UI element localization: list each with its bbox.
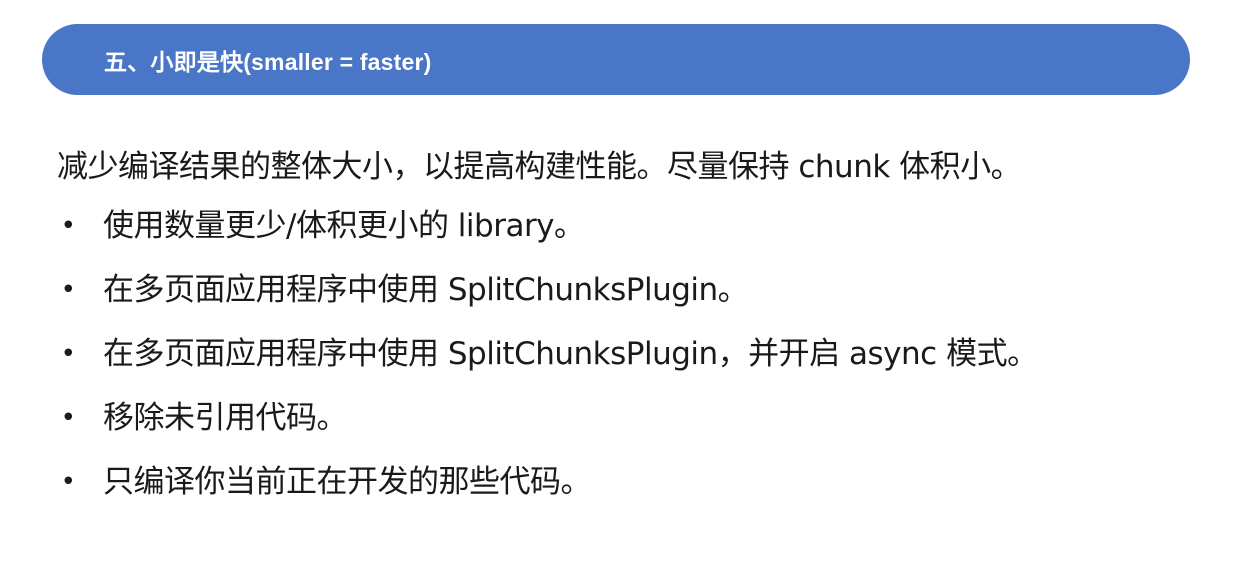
section-title: 五、小即是快(smaller = faster)	[104, 48, 432, 75]
bullet-icon: •	[60, 403, 76, 433]
slide-content: 减少编译结果的整体大小，以提高构建性能。尽量保持 chunk 体积小。 • 使用…	[57, 140, 1247, 514]
bullet-icon: •	[60, 467, 76, 497]
bullet-list: • 使用数量更少/体积更小的 library。 • 在多页面应用程序中使用 Sp…	[57, 194, 1247, 514]
list-item: • 移除未引用代码。	[57, 386, 1247, 450]
list-item-text: 使用数量更少/体积更小的 library。	[103, 208, 585, 244]
bullet-icon: •	[60, 211, 76, 241]
list-item-text: 移除未引用代码。	[103, 400, 348, 436]
section-banner: 五、小即是快(smaller = faster)	[42, 24, 1190, 95]
list-item-text: 在多页面应用程序中使用 SplitChunksPlugin，并开启 async …	[103, 336, 1038, 372]
list-item: • 在多页面应用程序中使用 SplitChunksPlugin，并开启 asyn…	[57, 322, 1247, 386]
bullet-icon: •	[60, 275, 76, 305]
list-item: • 只编译你当前正在开发的那些代码。	[57, 450, 1247, 514]
intro-text: 减少编译结果的整体大小，以提高构建性能。尽量保持 chunk 体积小。	[57, 149, 1022, 185]
list-item-text: 只编译你当前正在开发的那些代码。	[103, 464, 592, 500]
list-item: • 在多页面应用程序中使用 SplitChunksPlugin。	[57, 258, 1247, 322]
list-item: • 使用数量更少/体积更小的 library。	[57, 194, 1247, 258]
bullet-icon: •	[60, 339, 76, 369]
list-item-text: 在多页面应用程序中使用 SplitChunksPlugin。	[103, 272, 749, 308]
